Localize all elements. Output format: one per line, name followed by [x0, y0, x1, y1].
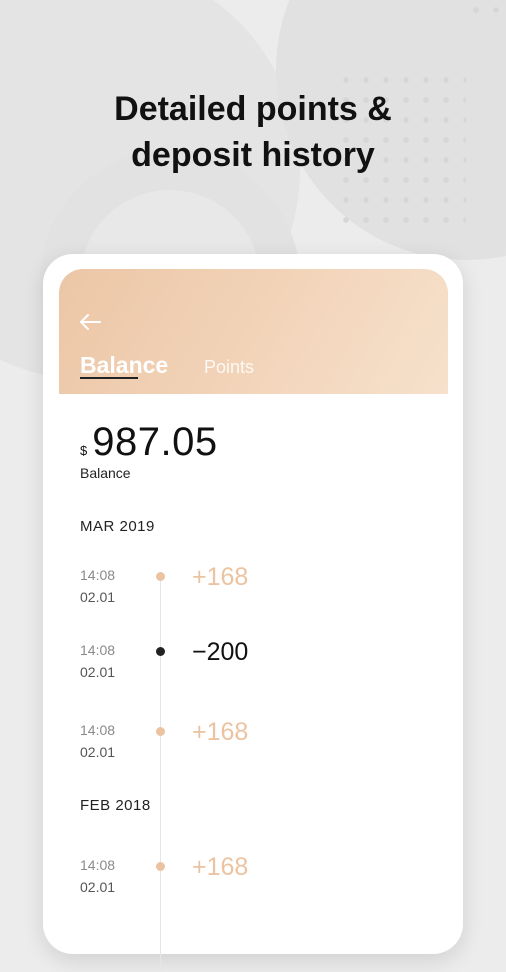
transaction-time: 14:08 [80, 567, 116, 583]
transaction-amount: −200 [192, 638, 249, 666]
arrow-left-icon[interactable] [79, 313, 101, 331]
transaction-date: 02.01 [80, 744, 116, 760]
transaction-amount: +168 [192, 563, 249, 591]
balance-label: Balance [80, 465, 131, 481]
timeline-dot [156, 727, 165, 736]
tab-balance[interactable]: Balance [80, 352, 168, 379]
transaction-date: 02.01 [80, 879, 116, 895]
transaction-item[interactable]: 14:08 02.01 +168 [80, 563, 440, 608]
promo-headline: Detailed points & deposit history [0, 86, 506, 178]
timeline-dot [156, 862, 165, 871]
currency-symbol: $ [80, 443, 88, 458]
active-tab-indicator [80, 377, 138, 379]
timeline-dot [156, 572, 165, 581]
transaction-time: 14:08 [80, 857, 116, 873]
tab-points[interactable]: Points [204, 357, 254, 378]
headline-line-1: Detailed points & [114, 90, 392, 128]
timeline-dot [156, 647, 165, 656]
timeline-line [160, 572, 161, 972]
app-header: Balance Points [59, 269, 448, 394]
month-header: FEB 2018 [80, 797, 151, 814]
headline-line-2: deposit history [131, 136, 375, 174]
transaction-amount: +168 [192, 718, 249, 746]
transaction-amount: +168 [192, 853, 249, 881]
transaction-time: 14:08 [80, 642, 116, 658]
phone-screen: Balance Points $ 987.05 Balance MAR 2019… [43, 254, 463, 972]
transaction-item[interactable]: 14:08 02.01 +168 [80, 853, 440, 898]
transaction-item[interactable]: 14:08 02.01 −200 [80, 638, 440, 683]
transaction-item[interactable]: 14:08 02.01 +168 [80, 718, 440, 763]
month-header: MAR 2019 [80, 518, 155, 535]
balance-amount: 987.05 [92, 420, 218, 464]
balance-amount-row: $ 987.05 [80, 420, 218, 465]
transaction-time: 14:08 [80, 722, 116, 738]
dot-pattern [466, 0, 506, 20]
transaction-date: 02.01 [80, 589, 116, 605]
transaction-date: 02.01 [80, 664, 116, 680]
